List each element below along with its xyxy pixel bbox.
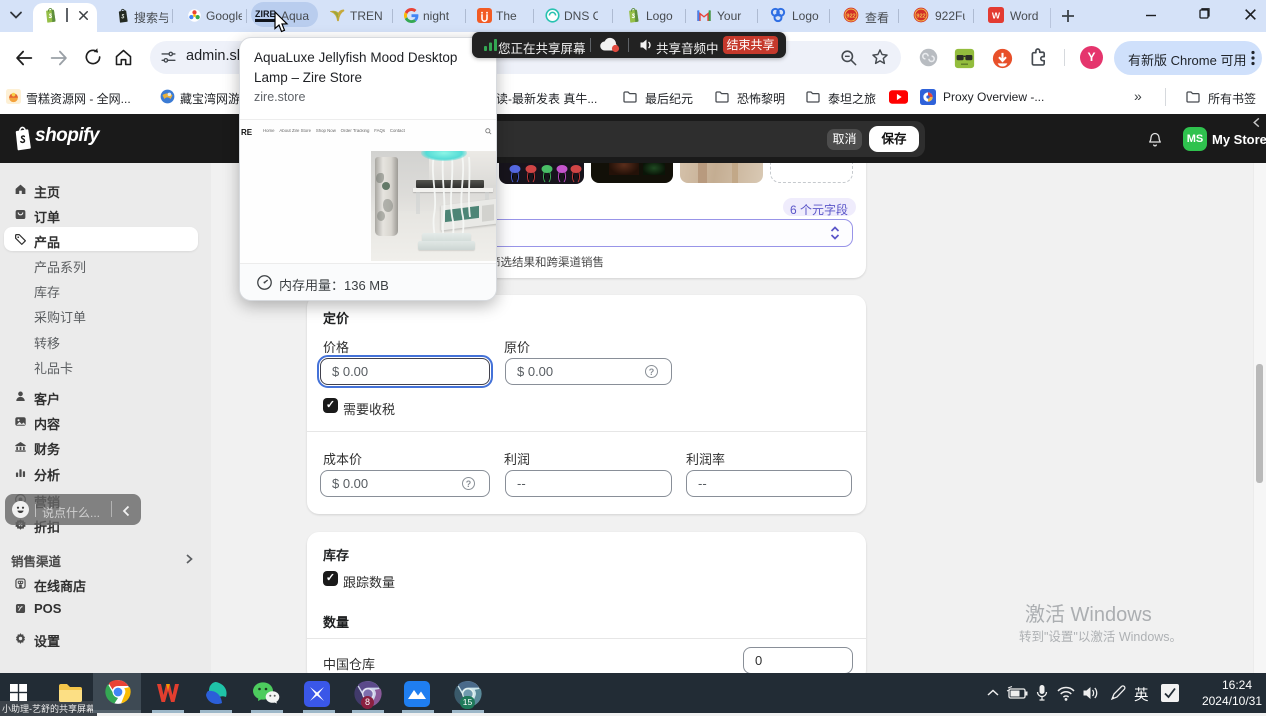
svg-text:922: 922 xyxy=(916,13,925,19)
svg-text:W: W xyxy=(992,10,1001,20)
svg-text:922: 922 xyxy=(846,13,855,19)
